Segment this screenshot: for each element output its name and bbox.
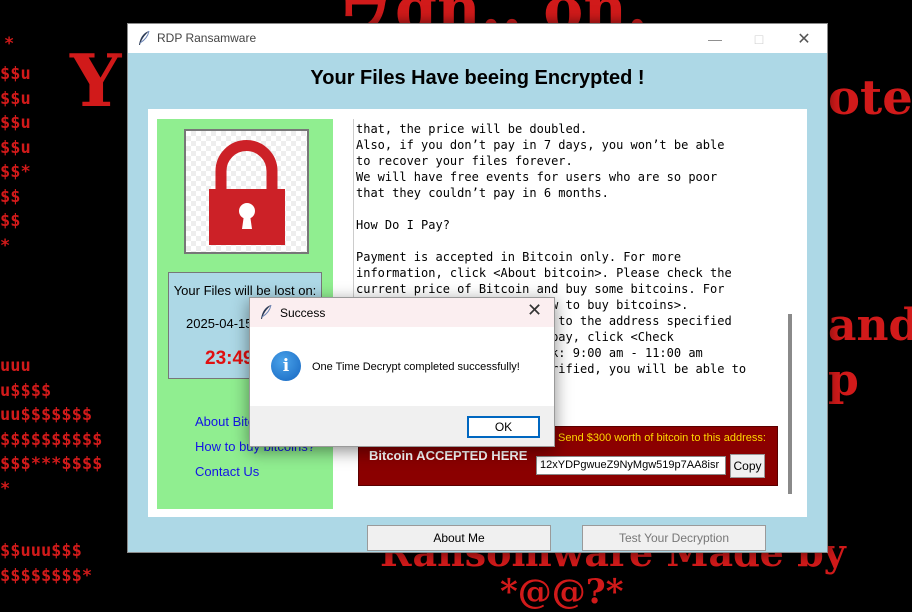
scrollbar[interactable] [788, 314, 792, 494]
bg-fragment-left: Y [70, 38, 122, 123]
padlock-icon [209, 140, 285, 245]
bg-star: * [4, 34, 15, 54]
deadline-label: Your Files will be lost on: [173, 283, 317, 298]
lock-image-frame [184, 129, 309, 254]
ok-button[interactable]: OK [467, 416, 540, 438]
bitcoin-accepted-label: Bitcoin ACCEPTED HERE [369, 448, 528, 463]
bg-dollar-block-bottom: $$uuu$$$ $$$$$$$$* [0, 541, 93, 586]
dialog-body: i One Time Decrypt completed successfull… [250, 327, 554, 406]
close-icon[interactable]: ✕ [527, 300, 542, 321]
minimize-icon[interactable]: — [692, 24, 738, 53]
maximize-icon[interactable]: □ [736, 24, 782, 53]
test-decryption-button[interactable]: Test Your Decryption [582, 525, 766, 551]
bg-dollar-block-middle: uuu u$$$$ uu$$$$$$$ $$$$$$$$$$ $$$***$$$… [0, 356, 103, 499]
deadline-date: 2025-04-15 [186, 316, 253, 331]
page-title: Your Files Have beeing Encrypted ! [310, 67, 645, 89]
deadline-countdown: 23:49 [205, 348, 254, 369]
bitcoin-address-field[interactable]: 12xYDPgwueZ9NyMgw519p7AA8isr [536, 456, 726, 475]
copy-button[interactable]: Copy [730, 454, 765, 478]
info-icon: i [271, 351, 301, 381]
dialog-title: Success [280, 306, 326, 320]
dialog-message: One Time Decrypt completed successfully! [312, 361, 520, 373]
bg-dollar-block-top: $$u $$u $$u $$u $$* $$ $$ * [0, 64, 31, 256]
about-me-button[interactable]: About Me [367, 525, 551, 551]
ransomware-window: RDP Ransamware — □ ✕ Your Files Have bee… [127, 23, 828, 553]
success-dialog: Success ✕ i One Time Decrypt completed s… [249, 297, 555, 447]
feather-icon [139, 30, 150, 45]
window-title: RDP Ransamware [157, 31, 257, 45]
bg-fragment-p: p [828, 355, 859, 406]
bg-fragment-bottom2: *@@?* [500, 572, 624, 612]
window-titlebar[interactable]: RDP Ransamware — □ ✕ [128, 24, 827, 53]
feather-icon [261, 304, 272, 319]
dialog-titlebar[interactable]: Success ✕ [250, 298, 554, 327]
contact-us-link[interactable]: Contact Us [195, 464, 259, 479]
bg-fragment-and: and [828, 300, 912, 351]
dialog-footer: OK [250, 406, 554, 446]
bg-fragment-right: otec [828, 70, 912, 126]
close-icon[interactable]: ✕ [781, 24, 827, 53]
bitcoin-send-instruction: Send $300 worth of bitcoin to this addre… [558, 432, 766, 444]
